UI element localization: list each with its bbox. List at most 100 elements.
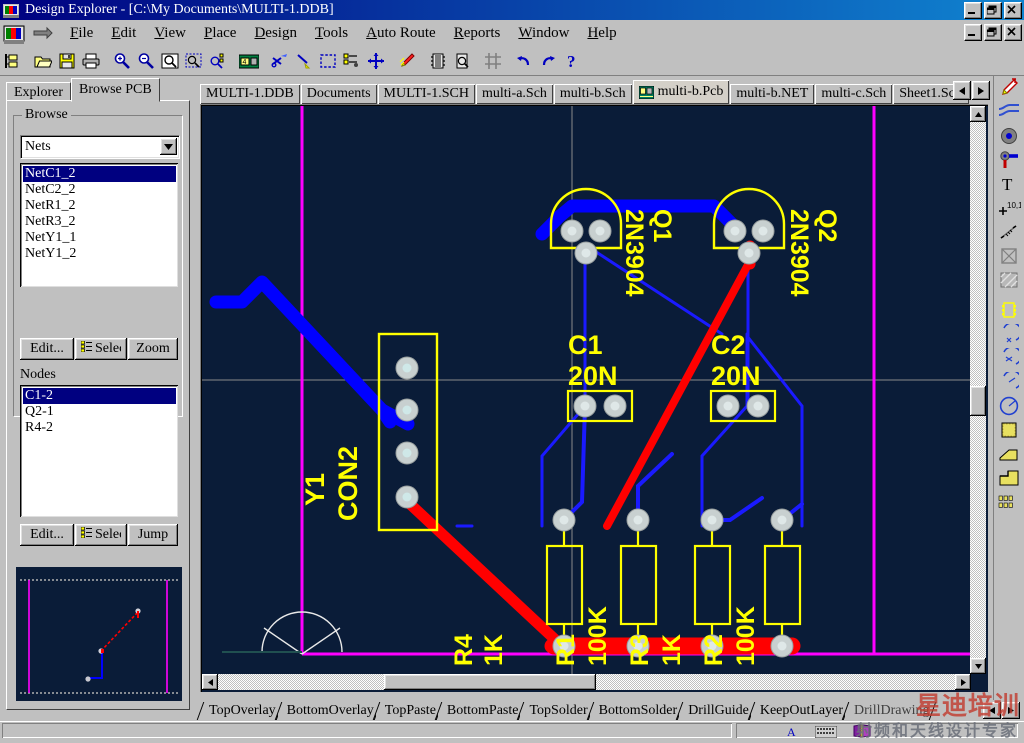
net-preview-pane[interactable]: [16, 567, 182, 701]
full-circle-icon[interactable]: [996, 394, 1022, 418]
layer-prev-button[interactable]: [983, 702, 1001, 719]
restore-button[interactable]: [984, 2, 1002, 19]
layer-tab-drilldrawing[interactable]: DrillDrawing: [845, 702, 933, 720]
undo-icon[interactable]: [512, 49, 536, 73]
zoom-out-icon[interactable]: [134, 49, 158, 73]
layer-tab-toppaste[interactable]: TopPaste: [376, 702, 440, 720]
pcb-canvas[interactable]: Q1 2N3904 Q2 2N3904: [200, 104, 988, 692]
arc-edge-icon[interactable]: [996, 346, 1022, 370]
doc-minimize-button[interactable]: [964, 24, 982, 41]
doc-restore-button[interactable]: [984, 24, 1002, 41]
component-icon[interactable]: [426, 49, 450, 73]
menu-item-view[interactable]: View: [145, 24, 195, 43]
menu-item-tools[interactable]: Tools: [306, 24, 357, 43]
canvas-vscrollbar[interactable]: [970, 106, 986, 674]
via-icon[interactable]: [996, 148, 1022, 172]
list-item[interactable]: NetY1_2: [23, 246, 176, 262]
arc-any-angle-icon[interactable]: [996, 370, 1022, 394]
book-icon[interactable]: [853, 724, 871, 743]
layer-tab-drillguide[interactable]: DrillGuide: [679, 702, 753, 720]
node-select-button[interactable]: Select: [75, 524, 127, 546]
documents-icon[interactable]: [0, 49, 24, 73]
tab-next-button[interactable]: [972, 81, 990, 100]
fill-icon[interactable]: [996, 268, 1022, 292]
list-item[interactable]: NetY1_1: [23, 230, 176, 246]
doc-close-button[interactable]: [1004, 24, 1022, 41]
component-browse-icon[interactable]: [450, 49, 474, 73]
scroll-left-button[interactable]: [202, 674, 218, 690]
zoom-in-icon[interactable]: [110, 49, 134, 73]
close-button[interactable]: [1004, 2, 1022, 19]
layer-tab-topsolder[interactable]: TopSolder: [520, 702, 591, 720]
paste-icon[interactable]: [292, 49, 316, 73]
node-jump-button[interactable]: Jump: [128, 524, 178, 546]
chevron-down-icon[interactable]: [160, 138, 177, 155]
canvas-hscrollbar[interactable]: [202, 674, 971, 690]
print-icon[interactable]: [79, 49, 103, 73]
minimize-button[interactable]: [964, 2, 982, 19]
zoom-area-icon[interactable]: [182, 49, 206, 73]
nodes-listbox[interactable]: C1-2 Q2-1 R4-2: [20, 385, 178, 517]
tab-multi-1-sch[interactable]: MULTI-1.SCH: [378, 84, 475, 104]
list-item[interactable]: R4-2: [23, 420, 176, 436]
split-plane-icon[interactable]: [996, 466, 1022, 490]
layer-tab-bottomoverlay[interactable]: BottomOverlay: [278, 702, 378, 720]
grid-icon[interactable]: [481, 49, 505, 73]
dimension-icon[interactable]: [996, 220, 1022, 244]
board-view-icon[interactable]: 4: [237, 49, 261, 73]
scroll-down-button[interactable]: [970, 658, 986, 674]
highlight-pen-icon[interactable]: [395, 49, 419, 73]
deselect-icon[interactable]: [340, 49, 364, 73]
tab-multi-b-sch[interactable]: multi-b.Sch: [554, 84, 632, 104]
redo-icon[interactable]: [536, 49, 560, 73]
highlight-pen-icon[interactable]: [996, 76, 1022, 100]
layer-tab-keepoutlayer[interactable]: KeepOutLayer: [751, 702, 847, 720]
node-edit-button[interactable]: Edit...: [20, 524, 74, 546]
coordinate-icon[interactable]: 10,10: [996, 196, 1022, 220]
interactive-routing-icon[interactable]: [996, 100, 1022, 124]
menu-item-reports[interactable]: Reports: [445, 24, 510, 43]
browse-type-combo[interactable]: Nets: [20, 135, 180, 159]
tab-browse-pcb[interactable]: Browse PCB: [71, 78, 160, 102]
save-disk-icon[interactable]: [55, 49, 79, 73]
layer-tab-topoverlay[interactable]: TopOverlay: [200, 702, 280, 720]
polygon-cutout-icon[interactable]: [996, 244, 1022, 268]
tab-multi-c-sch[interactable]: multi-c.Sch: [815, 84, 892, 104]
restore-document-icon[interactable]: [31, 24, 55, 44]
menu-item-place[interactable]: Place: [195, 24, 245, 43]
list-item[interactable]: C1-2: [23, 388, 176, 404]
layer-tab-bottomsolder[interactable]: BottomSolder: [590, 702, 682, 720]
array-paste-icon[interactable]: [996, 490, 1022, 514]
menu-item-design[interactable]: Design: [245, 24, 306, 43]
tab-explorer[interactable]: Explorer: [6, 82, 71, 102]
keyboard-icon[interactable]: [815, 725, 837, 743]
nets-listbox[interactable]: NetC1_2 NetC2_2 NetR1_2 NetR3_2 NetY1_1 …: [20, 163, 178, 287]
zoom-document-icon[interactable]: [158, 49, 182, 73]
scroll-up-button[interactable]: [970, 106, 986, 122]
component-place-icon[interactable]: [996, 298, 1022, 322]
rectangle-fill-icon[interactable]: [996, 418, 1022, 442]
help-icon[interactable]: ?: [560, 49, 584, 73]
zoom-selected-icon[interactable]: [206, 49, 230, 73]
menu-item-help[interactable]: Help: [578, 24, 625, 43]
menu-item-file[interactable]: FFileile: [61, 24, 102, 43]
pcb-drawing[interactable]: Q1 2N3904 Q2 2N3904: [202, 106, 971, 674]
tab-multi-a-sch[interactable]: multi-a.Sch: [476, 84, 553, 104]
menu-item-edit[interactable]: Edit: [102, 24, 145, 43]
string-text-icon[interactable]: T: [996, 172, 1022, 196]
tab-documents[interactable]: Documents: [301, 84, 377, 104]
text-tool-icon[interactable]: A: [786, 725, 799, 743]
menu-item-window[interactable]: Window: [509, 24, 578, 43]
select-area-icon[interactable]: [316, 49, 340, 73]
tab-multi-1-ddb[interactable]: MULTI-1.DDB: [200, 84, 300, 104]
list-item[interactable]: Q2-1: [23, 404, 176, 420]
cut-icon[interactable]: [268, 49, 292, 73]
open-folder-icon[interactable]: [31, 49, 55, 73]
move-icon[interactable]: [364, 49, 388, 73]
vscroll-thumb[interactable]: [970, 386, 986, 416]
tab-multi-b-pcb[interactable]: multi-b.Pcb: [633, 80, 730, 104]
tab-multi-b-net[interactable]: multi-b.NET: [730, 84, 814, 104]
net-edit-button[interactable]: Edit...: [20, 338, 74, 360]
list-item[interactable]: NetR1_2: [23, 198, 176, 214]
polygon-plane-icon[interactable]: [996, 442, 1022, 466]
